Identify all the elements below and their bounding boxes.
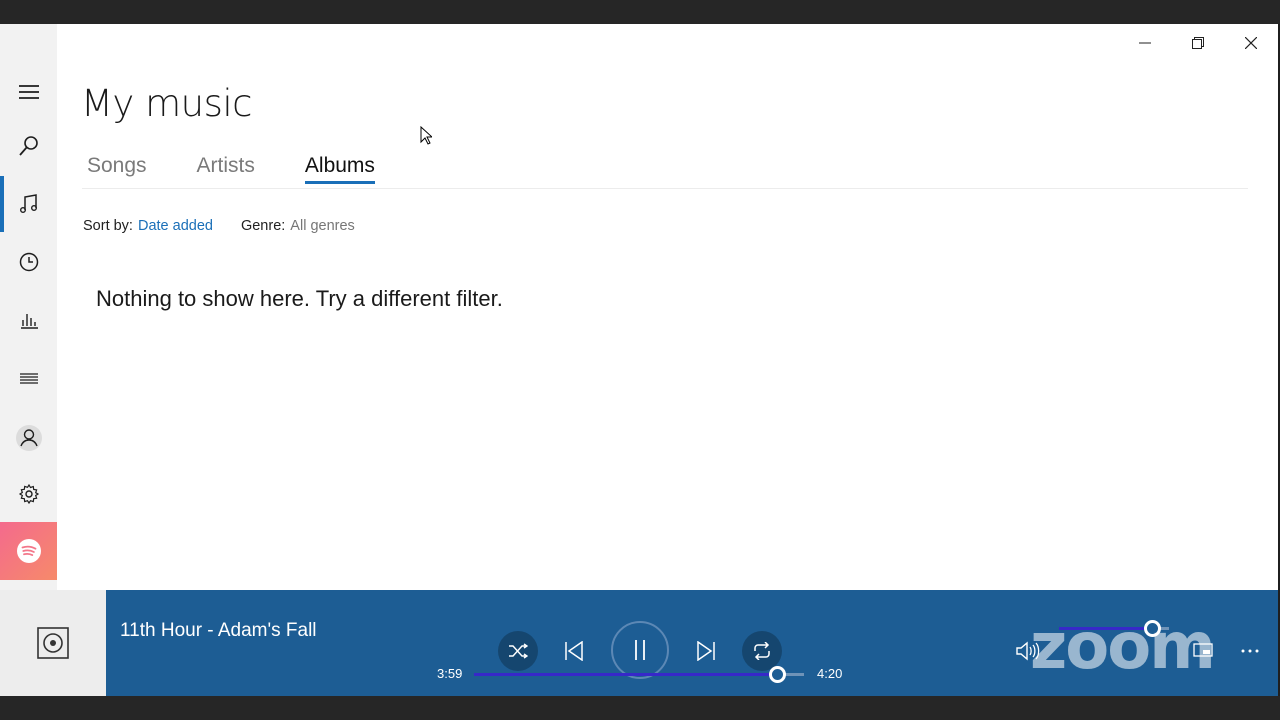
player-bar: 11th Hour - Adam's Fall 3:59 4:20 zoom xyxy=(106,590,1278,696)
restore-icon xyxy=(1191,37,1204,49)
close-icon xyxy=(1244,37,1257,49)
more-options-button[interactable] xyxy=(1237,638,1263,664)
tab-artists[interactable]: Artists xyxy=(197,154,255,184)
account-icon xyxy=(15,425,42,451)
minimize-icon xyxy=(1138,42,1151,44)
tab-bar: Songs Artists Albums xyxy=(87,154,425,184)
tab-songs[interactable]: Songs xyxy=(87,154,147,184)
elapsed-time: 3:59 xyxy=(437,666,463,681)
screen-bottom-bar xyxy=(0,696,1280,720)
now-playing-bars-icon xyxy=(20,314,38,329)
music-note-icon xyxy=(19,194,37,213)
pause-icon xyxy=(635,640,645,660)
search-button[interactable] xyxy=(0,118,57,174)
next-icon xyxy=(697,641,715,661)
account-button[interactable] xyxy=(0,410,57,466)
more-dots-icon xyxy=(1241,649,1259,653)
sort-dropdown[interactable]: Date added xyxy=(138,218,213,234)
hamburger-icon xyxy=(18,85,39,99)
seek-bar-progress xyxy=(474,673,778,676)
page-title: My music xyxy=(81,82,252,125)
genre-dropdown[interactable]: All genres xyxy=(290,218,354,234)
repeat-icon xyxy=(754,642,770,660)
tab-divider xyxy=(82,188,1248,189)
total-duration: 4:20 xyxy=(817,666,843,681)
tab-albums[interactable]: Albums xyxy=(304,154,375,184)
screen-top-bar xyxy=(0,0,1280,24)
sidebar-item-my-music[interactable] xyxy=(0,176,57,232)
spotify-button[interactable] xyxy=(0,522,57,580)
sidebar-item-recent[interactable] xyxy=(0,234,57,290)
album-art-thumbnail[interactable] xyxy=(0,590,106,696)
mouse-cursor-icon xyxy=(420,125,434,149)
sort-label: Sort by: xyxy=(83,218,133,234)
seek-bar[interactable] xyxy=(474,666,804,683)
close-button[interactable] xyxy=(1224,24,1277,62)
settings-button[interactable] xyxy=(0,466,57,522)
genre-label: Genre: xyxy=(240,218,286,234)
restore-button[interactable] xyxy=(1171,24,1224,62)
next-button[interactable] xyxy=(693,638,719,664)
app-window: My music Songs Artists Albums Sort by: D… xyxy=(0,24,1278,696)
empty-state-message: Nothing to show here. Try a different fi… xyxy=(96,286,503,311)
now-playing-title[interactable]: 11th Hour - Adam's Fall xyxy=(120,620,317,642)
filter-bar: Sort by: Date added Genre: All genres xyxy=(83,218,383,234)
album-placeholder-icon xyxy=(37,627,69,659)
recent-clock-icon xyxy=(19,252,38,272)
minimize-button[interactable] xyxy=(1118,24,1171,62)
spotify-icon xyxy=(16,539,41,563)
repeat-button[interactable] xyxy=(742,631,782,671)
sidebar-item-playlists[interactable] xyxy=(0,351,57,407)
shuffle-button[interactable] xyxy=(498,631,538,671)
sidebar xyxy=(0,24,57,590)
search-icon xyxy=(18,136,38,156)
hamburger-menu-button[interactable] xyxy=(0,64,57,120)
previous-icon xyxy=(565,641,583,661)
pause-button[interactable] xyxy=(611,621,669,679)
settings-gear-icon xyxy=(18,483,39,505)
playlists-icon xyxy=(19,373,38,384)
zoom-watermark: zoom xyxy=(1030,610,1216,684)
shuffle-icon xyxy=(509,643,528,659)
seek-handle[interactable] xyxy=(769,666,787,683)
sidebar-item-now-playing[interactable] xyxy=(0,292,57,348)
previous-button[interactable] xyxy=(561,638,587,664)
